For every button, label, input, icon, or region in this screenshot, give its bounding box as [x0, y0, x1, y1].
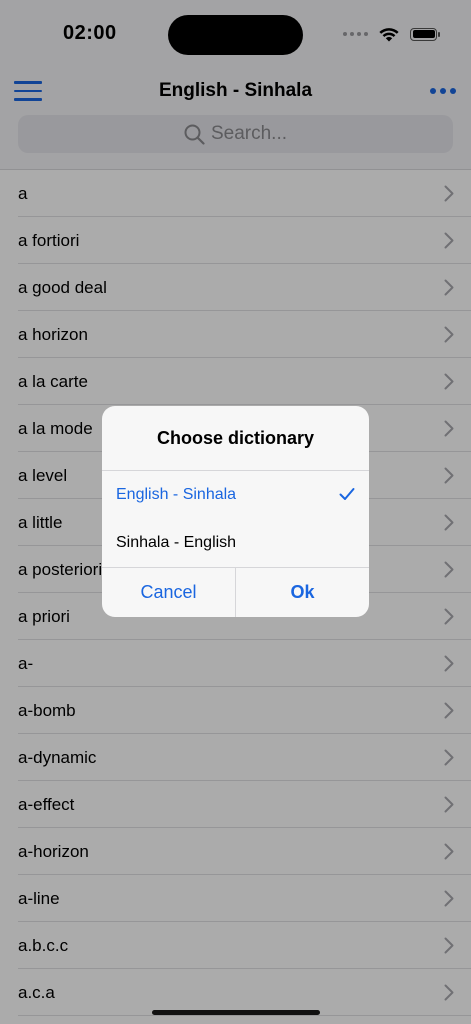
home-indicator: [152, 1010, 320, 1015]
option-english-sinhala[interactable]: English - Sinhala: [102, 471, 369, 519]
option-label: Sinhala - English: [116, 534, 237, 551]
dialog-title: Choose dictionary: [156, 428, 315, 448]
option-sinhala-english[interactable]: Sinhala - English: [102, 519, 369, 567]
cancel-button[interactable]: Cancel: [102, 568, 235, 617]
ok-button[interactable]: Ok: [236, 568, 369, 617]
checkmark-icon: [339, 488, 355, 500]
choose-dictionary-dialog: Choose dictionary English - Sinhala Sinh…: [102, 406, 369, 617]
option-label: English - Sinhala: [116, 486, 237, 503]
